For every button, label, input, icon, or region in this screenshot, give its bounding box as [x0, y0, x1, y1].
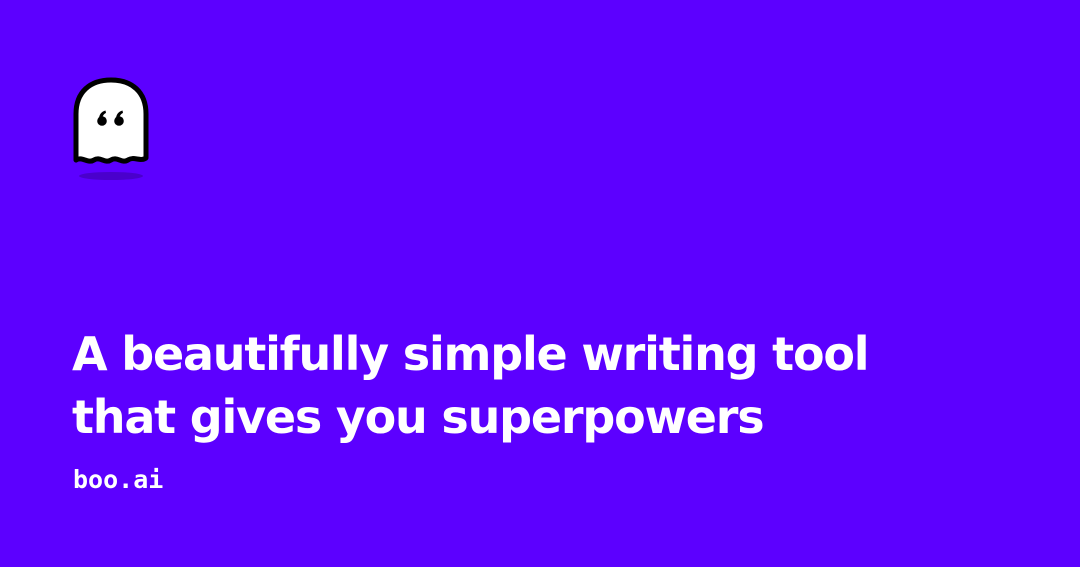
site-domain: boo.ai: [73, 465, 164, 494]
headline-line-1: A beautifully simple writing tool: [72, 327, 870, 381]
ghost-logo: [72, 76, 152, 184]
ghost-body: [73, 77, 149, 164]
share-card: A beautifully simple writing tool that g…: [0, 0, 1080, 567]
headline: A beautifully simple writing tool that g…: [72, 323, 1062, 449]
ghost-quote-icon: [73, 77, 149, 180]
headline-line-2: that gives you superpowers: [72, 390, 765, 444]
logo-shadow: [79, 172, 143, 180]
